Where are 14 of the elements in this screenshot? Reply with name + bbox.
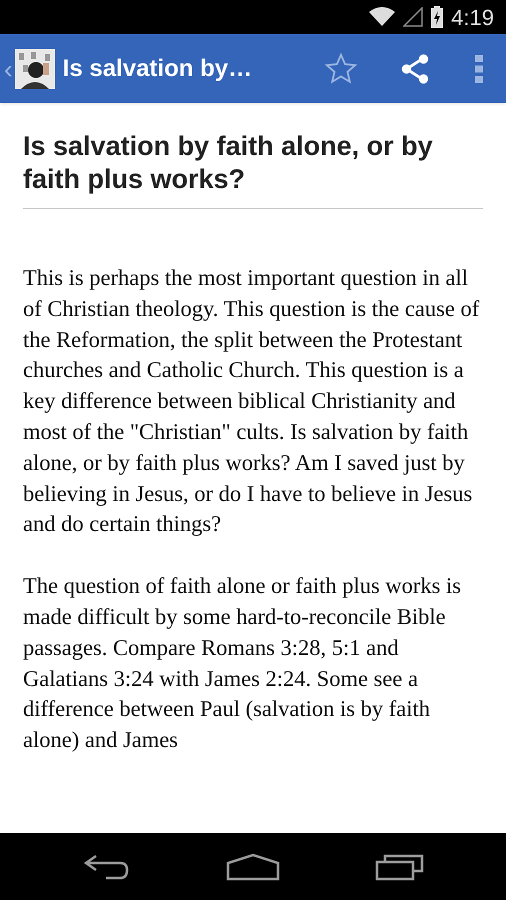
overflow-menu-icon <box>475 54 483 82</box>
back-button[interactable]: ‹ <box>4 56 13 82</box>
recent-apps-icon <box>375 852 426 880</box>
article-paragraph: The question of faith alone or faith plus works is made difficult by some hard-to-reconcile Bible passages. Compare Romans 3:28, 5:1 and Galatians 3:24 with James 2:24. Some see a difference between Paul (salvation is by faith alone) and James <box>23 572 462 754</box>
article-heading: Is salvation by faith alone, or by faith plus works? <box>23 130 434 196</box>
article-paragraph: This is perhaps the most important question in all of Christian theology. This question is the cause of the Reformation, the split between the Protestant churches and Catholic Church. This question is a key difference between biblical Christianity and most of the "Christian" cults. Is salvation by faith alone, or by faith plus works? Am I saved just by believing in Jesus, or do I have to believe in Jesus and do certain things? <box>23 264 480 538</box>
home-icon <box>226 852 280 880</box>
star-icon <box>324 52 358 86</box>
battery-icon <box>431 6 444 28</box>
back-arrow-icon <box>82 852 130 880</box>
wifi-icon <box>369 7 396 27</box>
status-time: 4:19 <box>451 4 494 32</box>
app-bar-title: Is salvation by… <box>62 54 252 84</box>
signal-icon <box>403 7 424 27</box>
